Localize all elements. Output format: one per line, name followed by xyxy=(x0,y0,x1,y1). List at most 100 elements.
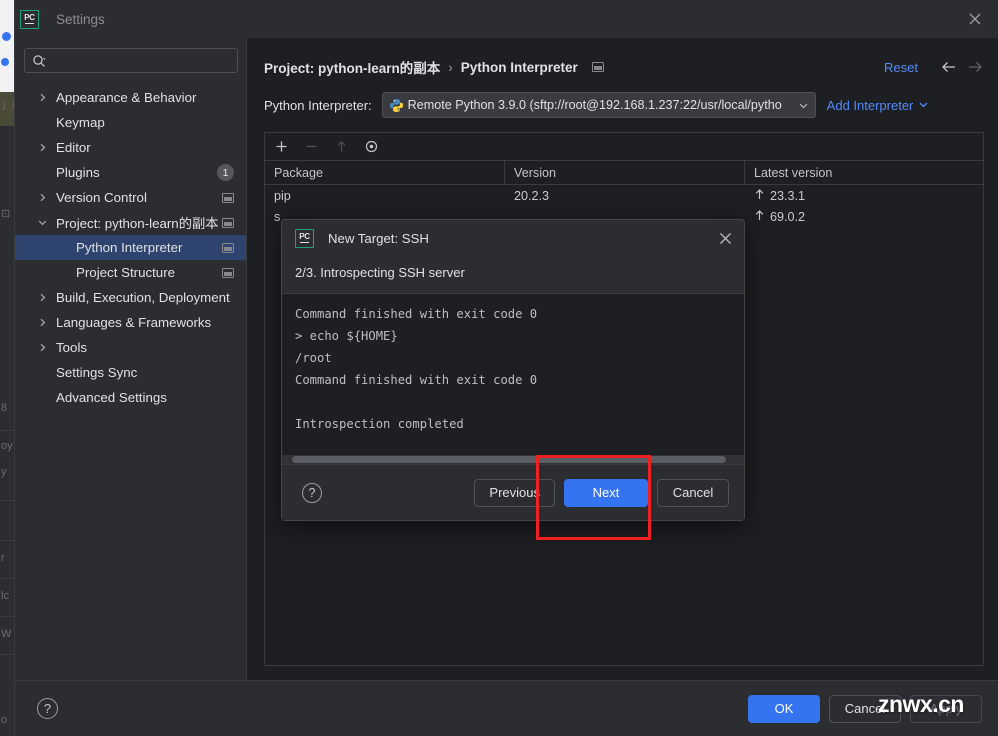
settings-window: PC Settings Appearance & Behavior Keymap E… xyxy=(14,0,998,736)
settings-button-bar: ? OK Cancel Apply xyxy=(15,680,998,736)
copy-settings-icon[interactable] xyxy=(222,217,234,228)
ssh-console-wrapper: Command finished with exit code 0 > echo… xyxy=(282,293,744,465)
backdrop-text: oy xyxy=(1,440,13,452)
reset-button[interactable]: Reset xyxy=(884,60,918,75)
chevron-right-icon[interactable] xyxy=(36,317,49,328)
copy-settings-icon[interactable] xyxy=(591,62,604,72)
chevron-down-icon xyxy=(918,98,929,113)
console-horizontal-scrollbar-thumb[interactable] xyxy=(292,456,726,463)
sidebar-tree: Appearance & Behavior Keymap Editor Plugins… xyxy=(15,85,246,410)
chevron-right-icon[interactable] xyxy=(36,292,49,303)
ok-button[interactable]: OK xyxy=(748,694,820,723)
sidebar-item-plugins[interactable]: Plugins 1 xyxy=(15,160,246,185)
pycharm-icon: PC xyxy=(295,228,314,248)
breadcrumb: Project: python-learn的副本 › Python Interp… xyxy=(264,57,606,77)
sidebar-item-label: Build, Execution, Deployment xyxy=(56,290,230,305)
sidebar-item-project-structure[interactable]: Project Structure xyxy=(15,260,246,285)
sidebar-item-label: Project Structure xyxy=(76,265,176,280)
ssh-dialog-title: New Target: SSH xyxy=(328,230,429,246)
sidebar-item-keymap[interactable]: Keymap xyxy=(15,110,246,135)
close-icon[interactable] xyxy=(717,230,734,247)
sidebar-item-label: Appearance & Behavior xyxy=(56,90,197,105)
chevron-right-icon[interactable] xyxy=(36,342,49,353)
cancel-button[interactable]: Cancel xyxy=(657,478,729,507)
ssh-console-output: Command finished with exit code 0 > echo… xyxy=(295,307,538,431)
backdrop-text: y xyxy=(1,466,7,478)
cell-latest-version: 69.0.2 xyxy=(745,209,983,224)
sidebar-item-python-interpreter[interactable]: Python Interpreter xyxy=(15,235,246,260)
breadcrumb-root[interactable]: Project: python-learn的副本 xyxy=(264,57,440,77)
sidebar-item-editor[interactable]: Editor xyxy=(15,135,246,160)
latest-version-text: 23.3.1 xyxy=(770,188,806,203)
chevron-right-icon[interactable] xyxy=(36,92,49,103)
sidebar-item-project-python-learn[interactable]: Project: python-learn的副本 xyxy=(15,210,246,235)
breadcrumb-row: Project: python-learn的副本 › Python Interp… xyxy=(247,48,998,86)
backdrop-dot-2 xyxy=(1,58,9,66)
sidebar-item-label: Settings Sync xyxy=(56,365,138,380)
backdrop-divider xyxy=(0,540,14,541)
cell-latest-version: 23.3.1 xyxy=(745,188,983,203)
search-icon xyxy=(32,54,46,68)
sidebar-item-appearance-behavior[interactable]: Appearance & Behavior xyxy=(15,85,246,110)
packages-toolbar xyxy=(265,133,983,161)
show-early-releases-button[interactable] xyxy=(363,138,380,155)
column-header-version[interactable]: Version xyxy=(505,161,745,184)
settings-sidebar: Appearance & Behavior Keymap Editor Plugins… xyxy=(15,38,246,680)
chevron-right-icon[interactable] xyxy=(36,142,49,153)
window-title: Settings xyxy=(56,11,105,27)
breadcrumb-current: Python Interpreter xyxy=(460,59,578,75)
watermark: znwx.cn xyxy=(878,691,964,717)
copy-settings-icon[interactable] xyxy=(222,242,234,253)
close-icon[interactable] xyxy=(966,10,984,28)
previous-button[interactable]: Previous xyxy=(474,478,555,507)
add-package-button[interactable] xyxy=(273,138,290,155)
console-horizontal-scrollbar-track[interactable] xyxy=(282,455,744,464)
new-target-ssh-dialog: PC New Target: SSH 2/3. Introspecting SS… xyxy=(281,219,745,521)
arrow-left-icon[interactable] xyxy=(940,58,958,76)
backdrop-text: o xyxy=(1,714,8,726)
sidebar-item-label: Keymap xyxy=(56,115,105,130)
column-header-package[interactable]: Package xyxy=(265,161,505,184)
column-header-latest-version[interactable]: Latest version xyxy=(745,161,983,184)
settings-title-bar: PC Settings xyxy=(15,0,998,38)
backdrop-text: lc xyxy=(1,590,9,602)
sidebar-item-build-execution-deployment[interactable]: Build, Execution, Deployment xyxy=(15,285,246,310)
sidebar-item-label: Advanced Settings xyxy=(56,390,167,405)
cell-package: pip xyxy=(274,188,291,203)
sidebar-item-label: Tools xyxy=(56,340,88,355)
chevron-right-icon[interactable] xyxy=(36,192,49,203)
search-input[interactable] xyxy=(24,48,238,73)
backdrop-divider xyxy=(0,430,14,431)
upgrade-arrow-icon xyxy=(754,188,765,203)
arrow-right-icon xyxy=(966,58,984,76)
interpreter-label: Python Interpreter: xyxy=(264,97,372,113)
sidebar-item-label: Project: python-learn的副本 xyxy=(56,216,219,231)
chevron-down-icon[interactable] xyxy=(36,217,49,228)
interpreter-row: Python Interpreter: Remote Python 3.9.0 … xyxy=(247,88,998,122)
sidebar-item-label: Plugins xyxy=(56,165,100,180)
python-remote-icon xyxy=(389,98,404,113)
backdrop-divider xyxy=(0,616,14,617)
copy-settings-icon[interactable] xyxy=(222,192,234,203)
latest-version-text: 69.0.2 xyxy=(770,209,806,224)
sidebar-item-languages-frameworks[interactable]: Languages & Frameworks xyxy=(15,310,246,335)
backdrop-text: r xyxy=(1,552,5,564)
copy-settings-icon[interactable] xyxy=(222,267,234,278)
interpreter-dropdown[interactable]: Remote Python 3.9.0 (sftp://root@192.168… xyxy=(381,92,816,118)
backdrop-text: W xyxy=(1,628,12,640)
next-button[interactable]: Next xyxy=(564,478,648,507)
plugins-update-badge: 1 xyxy=(217,164,234,181)
help-icon[interactable]: ? xyxy=(37,698,58,719)
help-icon[interactable]: ? xyxy=(302,482,322,503)
sidebar-item-tools[interactable]: Tools xyxy=(15,335,246,360)
sidebar-item-advanced-settings[interactable]: Advanced Settings xyxy=(15,385,246,410)
table-row[interactable]: pip 20.2.3 23.3.1 xyxy=(265,185,983,206)
sidebar-item-version-control[interactable]: Version Control xyxy=(15,185,246,210)
add-interpreter-label: Add Interpreter xyxy=(826,97,914,113)
add-interpreter-button[interactable]: Add Interpreter xyxy=(827,98,930,113)
backdrop-divider xyxy=(0,500,14,501)
ssh-step-label: 2/3. Introspecting SSH server xyxy=(295,264,465,280)
sidebar-item-label: Python Interpreter xyxy=(76,240,183,255)
backdrop-text: ⊡ xyxy=(1,208,11,220)
sidebar-item-settings-sync[interactable]: Settings Sync xyxy=(15,360,246,385)
